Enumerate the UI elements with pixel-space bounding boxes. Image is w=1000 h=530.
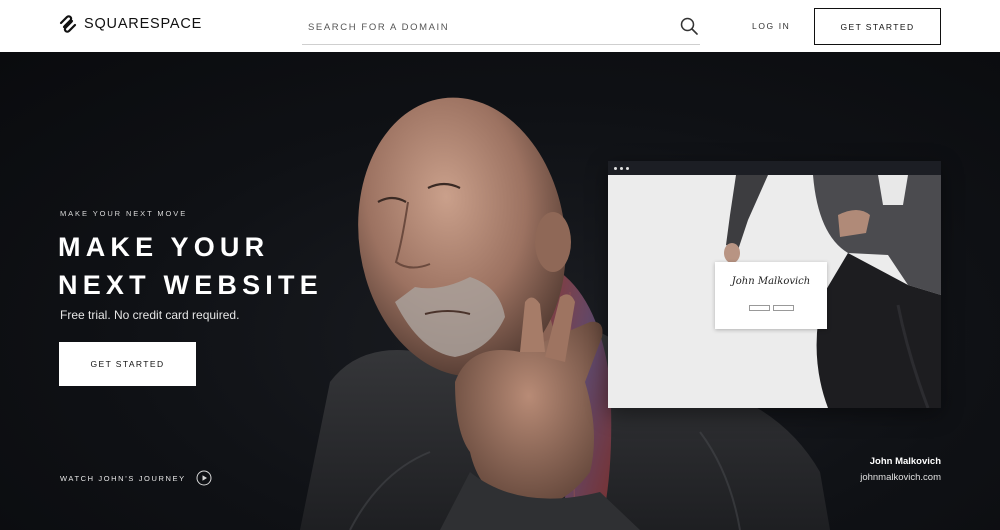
site-header: SQUARESPACE LOG IN GET STARTED xyxy=(0,0,1000,52)
hero-subline: Free trial. No credit card required. xyxy=(60,308,240,322)
hero-get-started-button[interactable]: GET STARTED xyxy=(59,342,196,386)
watch-journey-link[interactable]: WATCH JOHN’S JOURNEY xyxy=(60,470,212,486)
mockup-buttons xyxy=(749,305,794,311)
signature-card: John Malkovich xyxy=(715,262,827,329)
play-circle-icon[interactable] xyxy=(196,470,212,486)
login-link[interactable]: LOG IN xyxy=(752,21,790,31)
customer-name: John Malkovich xyxy=(869,456,941,467)
brand-name: SQUARESPACE xyxy=(84,16,203,32)
hero-eyebrow: MAKE YOUR NEXT MOVE xyxy=(60,209,188,218)
mockup-page: John Malkovich xyxy=(608,175,941,408)
mockup-signature: John Malkovich xyxy=(731,276,811,287)
customer-url[interactable]: johnmalkovich.com xyxy=(860,472,941,483)
header-get-started-button[interactable]: GET STARTED xyxy=(814,8,941,45)
hero-headline: MAKE YOUR NEXT WEBSITE xyxy=(58,228,323,304)
browser-dot-icon xyxy=(614,166,617,170)
website-preview-mockup: John Malkovich xyxy=(608,161,941,408)
mockup-button xyxy=(773,305,794,311)
browser-dot-icon xyxy=(620,166,623,170)
browser-dot-icon xyxy=(626,166,629,170)
brand-logo[interactable]: SQUARESPACE xyxy=(58,14,202,34)
mockup-button xyxy=(749,305,770,311)
search-icon[interactable] xyxy=(680,17,698,35)
mockup-browser-bar xyxy=(608,161,941,175)
domain-search xyxy=(302,14,700,45)
hero-headline-line-2: NEXT WEBSITE xyxy=(58,270,323,300)
featured-customer-caption: John Malkovich johnmalkovich.com xyxy=(860,456,941,483)
squarespace-logo-icon xyxy=(59,15,77,33)
hero-headline-line-1: MAKE YOUR xyxy=(58,232,270,262)
domain-search-input[interactable] xyxy=(302,14,662,40)
hero-section: MAKE YOUR NEXT MOVE MAKE YOUR NEXT WEBSI… xyxy=(0,52,1000,530)
watch-journey-label: WATCH JOHN’S JOURNEY xyxy=(60,473,186,483)
